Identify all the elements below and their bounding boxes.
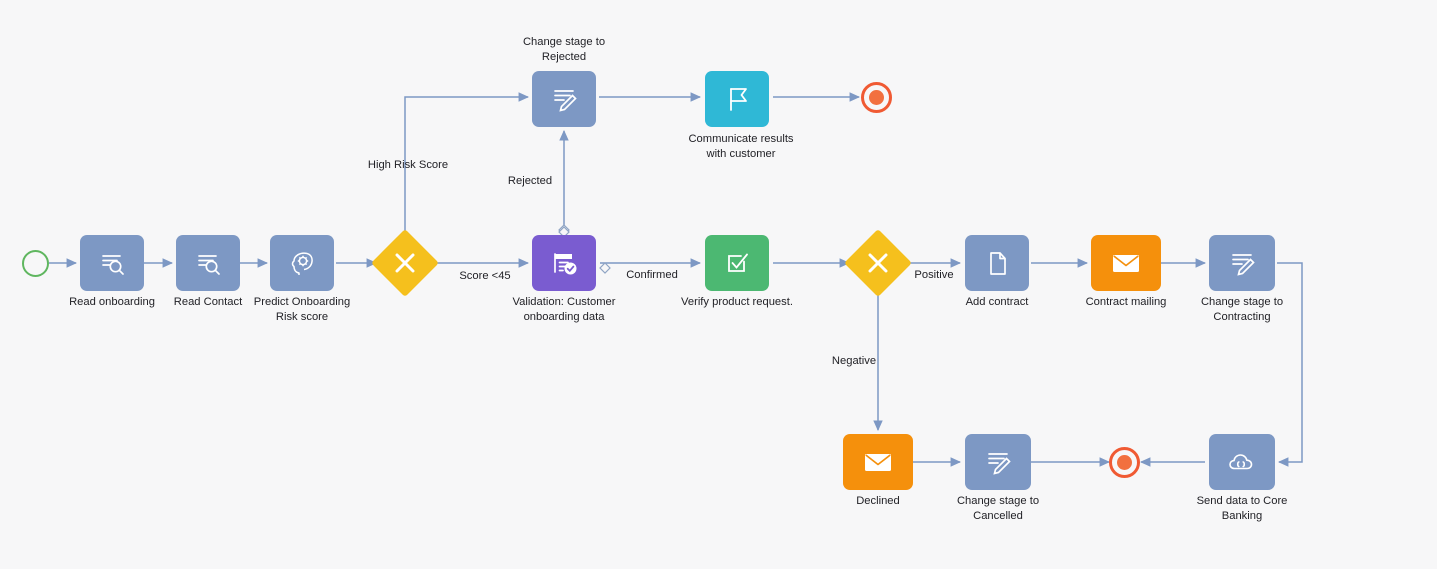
envelope-icon <box>861 449 895 475</box>
document-search-icon <box>193 248 223 278</box>
form-check-icon <box>548 248 580 278</box>
gateway-risk-score[interactable] <box>371 229 439 297</box>
task-read-onboarding[interactable] <box>80 235 144 291</box>
file-icon <box>983 248 1011 278</box>
task-change-stage-rejected[interactable] <box>532 71 596 127</box>
task-declined[interactable] <box>843 434 913 490</box>
boundary-marker-confirmed <box>599 262 611 274</box>
checkbox-check-icon <box>722 248 752 278</box>
document-search-icon <box>97 248 127 278</box>
envelope-icon <box>1109 250 1143 276</box>
edit-pencil-icon <box>1227 248 1257 278</box>
edge-gwrisk-chgrejected <box>404 92 530 236</box>
workflow-canvas: Read onboarding Read Contact Predict Onb… <box>0 0 1437 569</box>
task-read-contact[interactable] <box>176 235 240 291</box>
task-validation-customer-onboarding[interactable] <box>532 235 596 291</box>
task-add-contract[interactable] <box>965 235 1029 291</box>
task-communicate-results[interactable] <box>705 71 769 127</box>
gateway-verification-result[interactable] <box>844 229 912 297</box>
cloud-api-icon <box>1225 448 1259 476</box>
gateway-x-icon <box>381 239 429 287</box>
start-event[interactable] <box>22 250 49 277</box>
task-contract-mailing[interactable] <box>1091 235 1161 291</box>
edge-chgcontracting-sendcore <box>1277 262 1303 467</box>
end-event-bottom[interactable] <box>1109 447 1140 478</box>
flag-icon <box>723 84 751 114</box>
task-change-stage-contracting[interactable] <box>1209 235 1275 291</box>
brain-gears-icon <box>287 248 317 278</box>
edit-pencil-icon <box>983 447 1013 477</box>
task-predict-risk-score[interactable] <box>270 235 334 291</box>
end-event-top[interactable] <box>861 82 892 113</box>
task-change-stage-cancelled[interactable] <box>965 434 1031 490</box>
task-verify-product-request[interactable] <box>705 235 769 291</box>
task-send-data-core-banking[interactable] <box>1209 434 1275 490</box>
edit-pencil-icon <box>549 84 579 114</box>
gateway-x-icon <box>854 239 902 287</box>
